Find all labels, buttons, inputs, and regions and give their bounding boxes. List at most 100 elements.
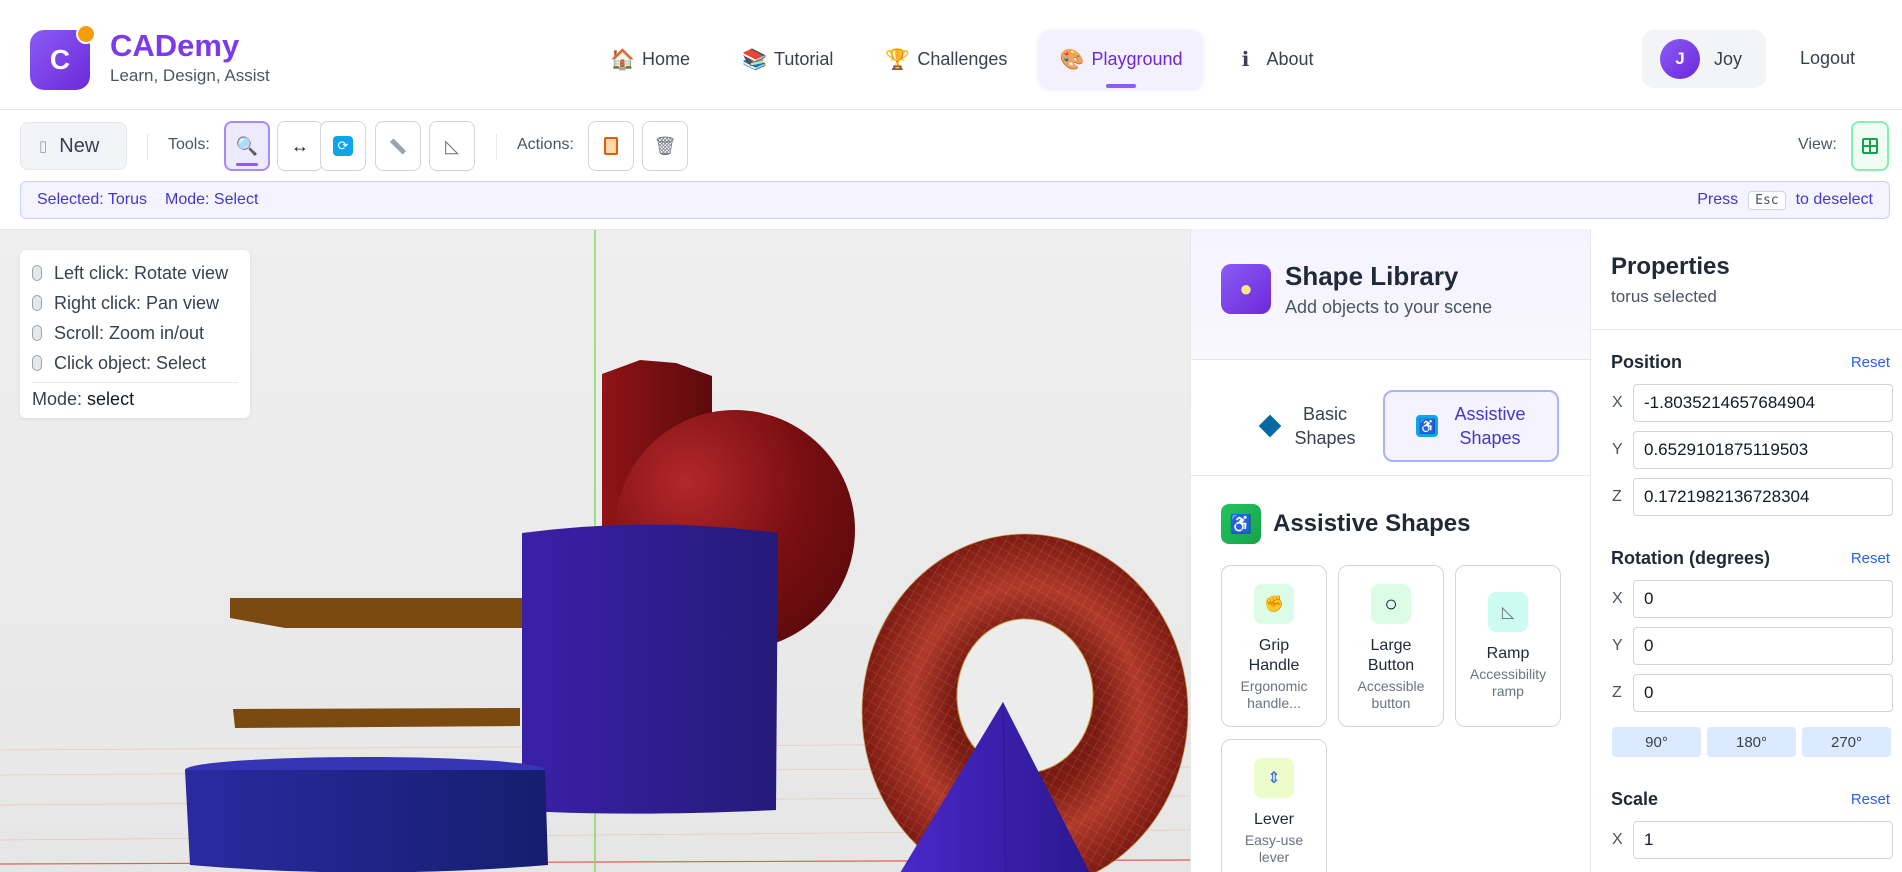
lever-icon: ⇕ [1254,758,1294,798]
tab-label-line: Shapes [1459,428,1521,448]
rotate-180-button[interactable]: 180° [1707,727,1796,757]
palette-icon: ● [1221,264,1271,314]
help-text: Left click: Rotate view [54,262,229,283]
measure-tool-button[interactable] [375,121,421,171]
brand: CADemy Learn, Design, Assist [110,28,270,86]
nav-tutorial-label: Tutorial [774,48,834,69]
logo-notification-dot [76,24,96,44]
app-tagline: Learn, Design, Assist [110,66,270,85]
wheelchair-icon: ♿ [1221,504,1261,544]
nav-home[interactable]: 🏠 Home [590,30,710,88]
brown-plank-lower-object[interactable] [233,708,520,728]
scale-x-input[interactable] [1633,821,1893,859]
avatar: J [1660,39,1700,79]
tab-basic-shapes-label: Basic Shapes [1294,402,1355,450]
circle-button-icon: ○ [1371,584,1411,624]
toolbar: ▯ New Tools: 🔍 ↔ ⟳ ◺ Actions: 🗑 View: [0,110,1902,180]
delete-button[interactable]: 🗑 [642,121,688,171]
position-y-label: Y [1612,441,1623,458]
card-name-line: Handle [1248,657,1300,674]
toolbar-divider [147,134,148,160]
select-tool-button[interactable]: 🔍 [224,121,270,171]
copy-button[interactable] [588,121,634,171]
shape-library-header: ● Shape Library Add objects to your scen… [1191,229,1590,360]
rotation-x-label: X [1612,590,1623,607]
card-desc-line: Ergonomic [1240,678,1308,694]
viewport-mode: Mode: select [32,382,238,410]
app-name: CADemy [110,28,240,63]
blue-cylinder-object[interactable] [522,524,778,814]
card-description: Accessible button [1339,678,1443,712]
mode-text: Mode: Select [165,191,259,208]
shape-library-panel: ● Shape Library Add objects to your scen… [1190,229,1590,872]
properties-subtitle: torus selected [1611,287,1717,306]
help-text: Scroll: Zoom in/out [54,322,205,343]
rotation-z-input[interactable] [1633,674,1893,712]
help-text: Right click: Pan view [54,292,220,313]
card-name: Grip Handle [1222,636,1326,676]
deselect-hint-suffix: to deselect [1795,191,1873,208]
shape-card-grip-handle[interactable]: ✊ Grip Handle Ergonomic handle... [1221,565,1327,727]
house-icon: 🏠 [610,48,635,71]
shape-card-ramp[interactable]: ◺ Ramp Accessibility ramp [1455,565,1561,727]
logout-button[interactable]: Logout [1800,48,1855,69]
3d-viewport[interactable]: Left click: Rotate view Right click: Pan… [0,229,1190,872]
blue-disc-object[interactable] [185,770,548,872]
card-name: Lever [1253,811,1295,828]
tab-assistive-shapes[interactable]: ♿ Assistive Shapes [1383,390,1559,462]
shape-library-title: Shape Library [1285,261,1459,291]
card-name-line: Grip [1258,637,1290,654]
position-z-input[interactable] [1633,478,1893,516]
nav-about[interactable]: ℹ About [1215,30,1334,88]
tab-label-line: Basic [1302,404,1347,424]
card-desc-line: Easy-use [1244,832,1304,848]
scale-reset-button[interactable]: Reset [1851,791,1890,808]
grip-hand-icon: ✊ [1254,584,1294,624]
viewport-mode-label: Mode: [32,389,83,409]
position-title: Position [1611,352,1682,372]
position-x-input[interactable] [1633,384,1893,422]
rotate-270-button[interactable]: 270° [1802,727,1891,757]
app-logo[interactable]: C [30,24,96,90]
actions-label: Actions: [517,136,574,153]
card-desc-line: Accessibility [1469,666,1547,682]
shape-card-large-button[interactable]: ○ Large Button Accessible button [1338,565,1444,727]
grid-view-button[interactable] [1851,121,1889,171]
user-menu[interactable]: J Joy [1642,30,1766,88]
assistive-shapes-title: Assistive Shapes [1273,510,1471,537]
properties-title: Properties [1611,253,1730,280]
tab-assistive-shapes-label: Assistive Shapes [1454,402,1525,450]
grid-icon [1862,138,1878,154]
viewport-mode-value: select [87,389,135,409]
move-tool-button[interactable]: ↔ [277,121,323,171]
shape-card-lever[interactable]: ⇕ Lever Easy-use lever [1221,739,1327,872]
new-button[interactable]: ▯ New [20,122,127,170]
mouse-icon [32,355,42,371]
card-desc-line: lever [1258,849,1290,865]
document-icon: ▯ [39,138,48,155]
esc-key: Esc [1748,190,1786,210]
rotation-x-input[interactable] [1633,580,1893,618]
shape-library-tabs: Basic Shapes ♿ Assistive Shapes [1191,360,1590,476]
move-arrows-icon: ↔ [291,135,309,156]
nav-challenges[interactable]: 🏆 Challenges [865,30,1027,88]
mouse-icon [32,265,42,281]
angle-tool-button[interactable]: ◺ [429,121,475,171]
nav-tutorial[interactable]: 📚 Tutorial [722,30,853,88]
position-reset-button[interactable]: Reset [1851,354,1890,371]
palette-icon: 🎨 [1059,48,1085,71]
clipboard-icon [604,137,618,155]
nav-playground[interactable]: 🎨 Playground [1039,30,1203,88]
tab-basic-shapes[interactable]: Basic Shapes [1221,390,1397,462]
info-icon: ℹ [1241,48,1250,71]
tools-label: Tools: [168,136,210,153]
rotate-90-button[interactable]: 90° [1612,727,1701,757]
card-name-line: Large [1370,637,1412,654]
brown-plank-upper-object[interactable] [230,598,528,628]
rotation-y-input[interactable] [1633,627,1893,665]
rotate-tool-button[interactable]: ⟳ [320,121,366,171]
position-y-input[interactable] [1633,431,1893,469]
nav-about-label: About [1266,48,1314,69]
rotation-reset-button[interactable]: Reset [1851,550,1890,567]
app-header: C CADemy Learn, Design, Assist 🏠 Home 📚 … [0,0,1902,110]
